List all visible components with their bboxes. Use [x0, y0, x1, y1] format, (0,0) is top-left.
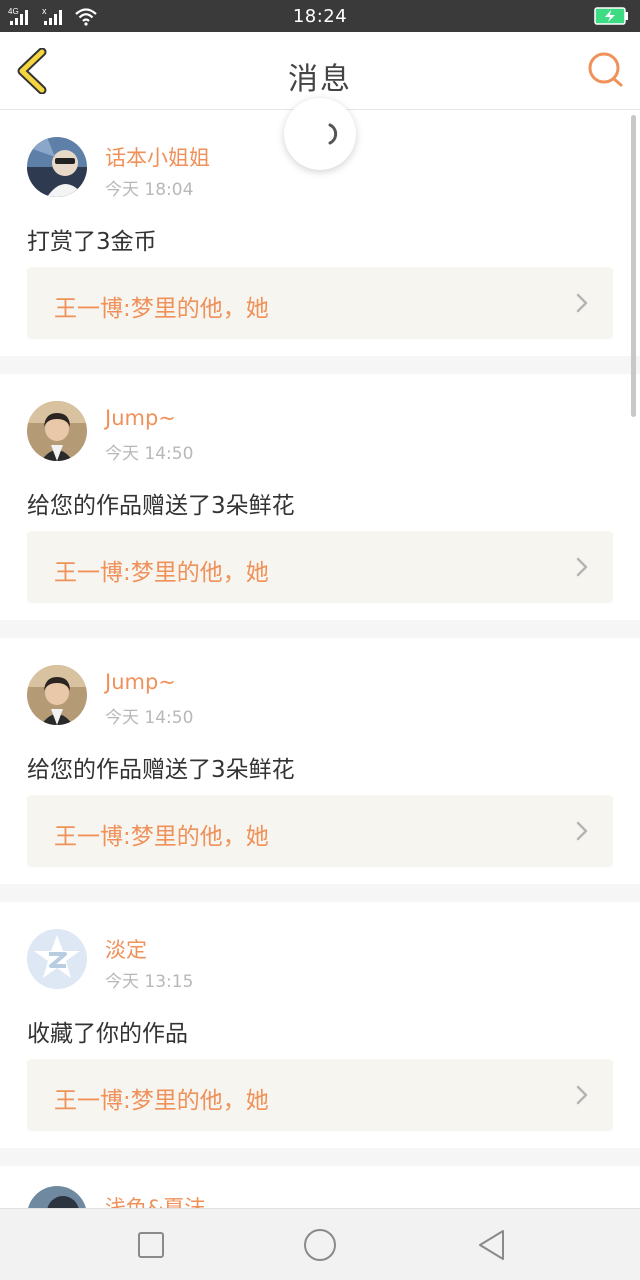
- scrollbar[interactable]: [631, 115, 636, 417]
- work-link[interactable]: 王一博:梦里的他，她: [27, 531, 613, 603]
- message-action: 收藏了你的作品: [27, 1021, 188, 1047]
- message-card: Jump~ 今天 14:50 给您的作品赠送了3朵鲜花 王一博:梦里的他，她: [0, 374, 640, 620]
- loading-icon: [328, 123, 338, 145]
- chevron-right-icon: [576, 557, 588, 577]
- recent-apps-icon: [138, 1232, 164, 1258]
- message-card: Jump~ 今天 14:50 给您的作品赠送了3朵鲜花 王一博:梦里的他，她: [0, 638, 640, 884]
- work-title: 王一博:梦里的他，她: [54, 824, 269, 850]
- photo-avatar[interactable]: [27, 137, 87, 197]
- message-action: 打赏了3金币: [27, 229, 157, 255]
- system-nav-bar: [0, 1208, 640, 1280]
- home-button[interactable]: [302, 1227, 338, 1263]
- user-name[interactable]: 淡定: [105, 934, 147, 964]
- photo-avatar[interactable]: [27, 401, 87, 461]
- status-time: 18:24: [292, 6, 348, 27]
- message-card: 淡定 今天 13:15 收藏了你的作品 王一博:梦里的他，她: [0, 902, 640, 1148]
- work-title: 王一博:梦里的他，她: [54, 1088, 269, 1114]
- chevron-right-icon: [576, 1085, 588, 1105]
- message-time: 今天 14:50: [105, 708, 194, 728]
- photo-avatar[interactable]: [27, 665, 87, 725]
- back-icon: [479, 1230, 504, 1260]
- back-nav-button[interactable]: [474, 1227, 510, 1263]
- recent-apps-button[interactable]: [133, 1227, 169, 1263]
- page-title: 消息: [288, 62, 352, 97]
- chevron-right-icon: [576, 821, 588, 841]
- qq-star-avatar[interactable]: [27, 929, 87, 989]
- user-name[interactable]: 话本小姐姐: [105, 142, 210, 172]
- message-action: 给您的作品赠送了3朵鲜花: [27, 757, 295, 783]
- work-title: 王一博:梦里的他，她: [54, 296, 269, 322]
- status-bar: 4G x 18:24: [0, 0, 640, 32]
- battery-charging-icon: [594, 7, 630, 29]
- search-icon: [588, 52, 623, 87]
- message-action: 给您的作品赠送了3朵鲜花: [27, 493, 295, 519]
- user-name[interactable]: 浅色&夏沫: [105, 1192, 205, 1208]
- message-time: 今天 18:04: [105, 180, 194, 200]
- work-link[interactable]: 王一博:梦里的他，她: [27, 1059, 613, 1131]
- message-card-partial: 浅色&夏沫: [0, 1166, 640, 1208]
- user-name[interactable]: Jump~: [105, 670, 176, 694]
- work-link[interactable]: 王一博:梦里的他，她: [27, 267, 613, 339]
- loading-spinner: [284, 98, 356, 170]
- message-list[interactable]: 话本小姐姐 今天 18:04 打赏了3金币 王一博:梦里的他，她 Jump~ 今…: [0, 110, 640, 1208]
- photo-avatar[interactable]: [27, 1186, 87, 1208]
- message-time: 今天 14:50: [105, 444, 194, 464]
- chevron-right-icon: [576, 293, 588, 313]
- search-button[interactable]: [586, 50, 626, 90]
- app-screen: 4G x 18:24 消息 话本小姐姐 今天 18:04 打赏了3金币 王一博:…: [0, 0, 640, 1280]
- work-link[interactable]: 王一博:梦里的他，她: [27, 795, 613, 867]
- work-title: 王一博:梦里的他，她: [54, 560, 269, 586]
- message-time: 今天 13:15: [105, 972, 194, 992]
- user-name[interactable]: Jump~: [105, 406, 176, 430]
- home-icon: [304, 1229, 336, 1261]
